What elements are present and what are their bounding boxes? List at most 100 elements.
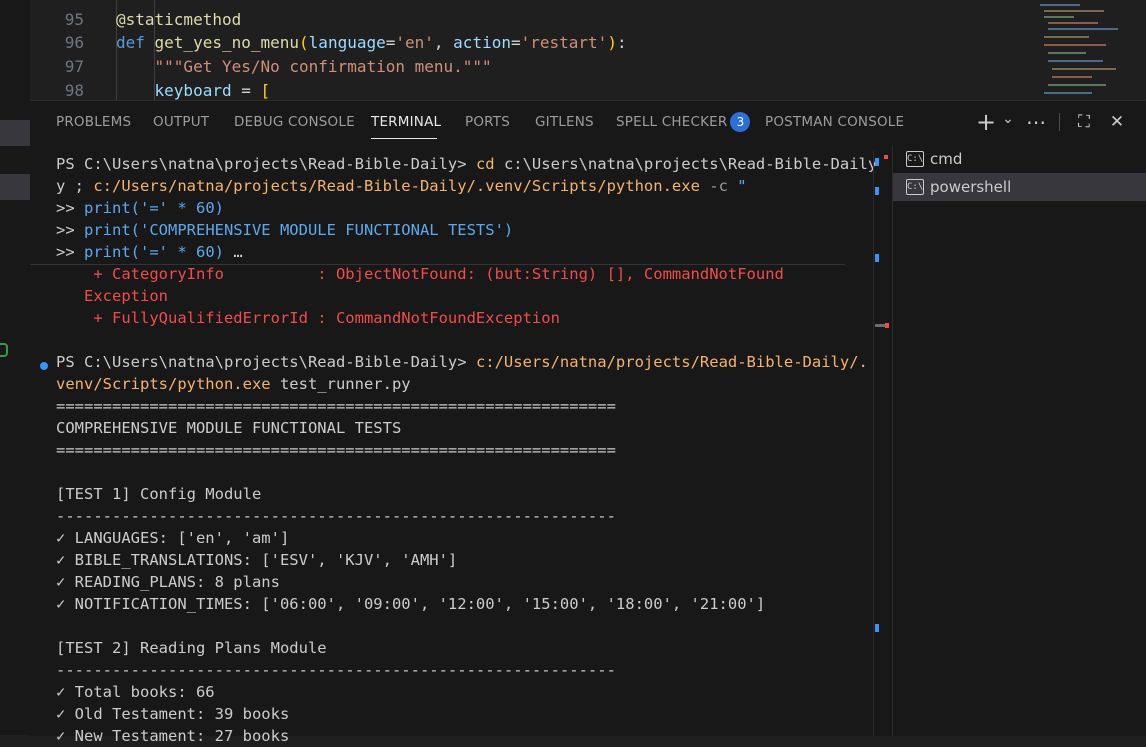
code-token: [ bbox=[260, 81, 271, 100]
activity-item[interactable] bbox=[0, 120, 30, 146]
terminal-line: >> print('=' * 60) … bbox=[56, 241, 846, 263]
terminal-text: + FullyQualifiedErrorId : CommandNotFoun… bbox=[56, 309, 560, 327]
code-text: def get_yes_no_menu(language='en', actio… bbox=[116, 31, 627, 55]
bottom-panel: PROBLEMS OUTPUT DEBUG CONSOLE TERMINAL P… bbox=[30, 100, 1146, 745]
terminal-line: ✓ NOTIFICATION_TIMES: ['06:00', '09:00',… bbox=[56, 593, 846, 615]
tab-output[interactable]: OUTPUT bbox=[153, 114, 209, 130]
code-token: = bbox=[241, 81, 261, 100]
terminal-line: ✓ BIBLE_TRANSLATIONS: ['ESV', 'KJV', 'AM… bbox=[56, 549, 846, 571]
code-text: keyboard = [ bbox=[116, 79, 271, 100]
activity-bar bbox=[0, 0, 30, 735]
terminal-line: [TEST 2] Reading Plans Module bbox=[56, 637, 846, 659]
terminal-text: [TEST 1] Config Module bbox=[56, 485, 262, 503]
terminal-text: cd bbox=[475, 155, 504, 173]
terminal-text: c:/Users/natna/projects/Read-Bible-Daily… bbox=[93, 177, 710, 195]
terminal-line: ✓ Total books: 66 bbox=[56, 681, 846, 703]
terminal-text: -c bbox=[709, 177, 738, 195]
terminal-line: ----------------------------------------… bbox=[56, 505, 846, 527]
scroll-marker bbox=[875, 187, 879, 195]
terminal-line bbox=[56, 615, 846, 637]
code-token: ( bbox=[299, 33, 309, 52]
terminal-scrollbar[interactable] bbox=[873, 151, 874, 736]
terminal-item-label: cmd bbox=[930, 150, 963, 168]
code-editor[interactable]: 95 @staticmethod 96 def get_yes_no_menu(la… bbox=[30, 0, 1146, 100]
code-token: keyboard bbox=[116, 81, 242, 100]
terminal-icon: C:\ bbox=[906, 151, 924, 167]
terminal-item-cmd[interactable]: C:\ cmd ⚠ bbox=[893, 145, 1146, 173]
terminal-text: " bbox=[737, 177, 747, 195]
code-text: """Get Yes/No confirmation menu.""" bbox=[116, 55, 492, 79]
line-number: 98 bbox=[64, 81, 84, 100]
terminal-line: ----------------------------------------… bbox=[56, 659, 846, 681]
new-terminal-icon[interactable]: + bbox=[974, 110, 998, 134]
panel-tabs: PROBLEMS OUTPUT DEBUG CONSOLE TERMINAL P… bbox=[30, 101, 1146, 145]
code-text: @staticmethod bbox=[116, 8, 241, 32]
terminal-output[interactable]: PS C:\Users\natna\projects\Read-Bible-Da… bbox=[56, 153, 877, 747]
terminal-text: ✓ LANGUAGES: ['en', 'am'] bbox=[56, 529, 290, 547]
more-actions-icon[interactable]: ⋯ bbox=[1024, 110, 1048, 134]
tab-problems[interactable]: PROBLEMS bbox=[56, 114, 131, 130]
terminal-text: ✓ BIBLE_TRANSLATIONS: ['ESV', 'KJV', 'AM… bbox=[56, 551, 458, 569]
minimap[interactable] bbox=[1036, 0, 1136, 100]
terminal-line: y ; c:/Users/natna/projects/Read-Bible-D… bbox=[56, 175, 846, 197]
terminal-line bbox=[56, 461, 846, 483]
line-number: 96 bbox=[64, 33, 84, 52]
terminal-text: print('COMPREHENSIVE MODULE FUNCTIONAL T… bbox=[84, 221, 514, 239]
terminal-item-label: powershell bbox=[930, 178, 1012, 196]
terminal-text: Exception bbox=[56, 287, 168, 305]
tab-ports[interactable]: PORTS bbox=[465, 114, 510, 130]
terminal-line: ✓ LANGUAGES: ['en', 'am'] bbox=[56, 527, 846, 549]
line-number: 97 bbox=[64, 57, 84, 76]
scroll-marker bbox=[875, 624, 879, 632]
terminal-line: ========================================… bbox=[56, 395, 846, 417]
terminal-text: c:\Users\natna\projects\Read-Bible-Daily bbox=[503, 155, 878, 173]
code-token: ) bbox=[607, 33, 617, 52]
terminal-text: ✓ Total books: 66 bbox=[56, 683, 215, 701]
maximize-panel-icon[interactable]: ⛶ bbox=[1072, 110, 1096, 134]
terminal-icon: C:\ bbox=[906, 179, 924, 195]
close-panel-icon[interactable]: ✕ bbox=[1105, 110, 1129, 134]
terminal-line: ✓ READING_PLANS: 8 plans bbox=[56, 571, 846, 593]
code-token: language bbox=[308, 33, 386, 52]
scroll-marker bbox=[875, 158, 879, 166]
terminal-line: >> print('COMPREHENSIVE MODULE FUNCTIONA… bbox=[56, 219, 846, 241]
code-token: def bbox=[116, 33, 155, 52]
terminal-line: + CategoryInfo : ObjectNotFound: (but:St… bbox=[56, 263, 846, 285]
activity-item[interactable] bbox=[0, 174, 30, 200]
terminal-line: PS C:\Users\natna\projects\Read-Bible-Da… bbox=[56, 351, 868, 373]
tab-debug-console[interactable]: DEBUG CONSOLE bbox=[234, 114, 355, 130]
code-token: """Get Yes/No confirmation menu.""" bbox=[116, 57, 492, 76]
code-token: , bbox=[433, 33, 454, 52]
terminal-text: >> bbox=[56, 243, 84, 261]
line-number: 95 bbox=[64, 10, 84, 29]
terminal-text: >> bbox=[56, 221, 84, 239]
terminal-text: PS C:\Users\natna\projects\Read-Bible-Da… bbox=[56, 353, 476, 371]
terminal-item-powershell[interactable]: C:\ powershell bbox=[893, 173, 1146, 201]
terminal-line: ✓ New Testament: 27 books bbox=[56, 725, 846, 747]
terminal-text: ========================================… bbox=[56, 441, 616, 459]
terminal-text: + CategoryInfo : ObjectNotFound: (but:St… bbox=[56, 265, 784, 283]
sticky-scroll-divider bbox=[30, 264, 845, 265]
terminal-text: PS C:\Users\natna\projects\Read-Bible-Da… bbox=[56, 155, 476, 173]
tab-spell-checker[interactable]: SPELL CHECKER 3 bbox=[616, 112, 751, 132]
code-token: 'restart' bbox=[520, 33, 608, 52]
spell-checker-count-badge: 3 bbox=[730, 112, 751, 132]
terminal-line: ✓ Old Testament: 39 books bbox=[56, 703, 846, 725]
status-dot-icon bbox=[0, 343, 8, 357]
terminal-text: y ; bbox=[56, 177, 94, 195]
terminal-text: … bbox=[223, 243, 243, 261]
command-decoration-icon[interactable] bbox=[40, 362, 48, 370]
chevron-down-icon[interactable]: ⌄ bbox=[996, 107, 1020, 131]
terminal-line: + FullyQualifiedErrorId : CommandNotFoun… bbox=[56, 307, 846, 329]
code-token: action bbox=[453, 33, 511, 52]
terminal-line: venv/Scripts/python.exe test_runner.py bbox=[56, 373, 846, 395]
tab-gitlens[interactable]: GITLENS bbox=[535, 114, 594, 130]
terminal-text: ========================================… bbox=[56, 397, 616, 415]
tab-terminal[interactable]: TERMINAL bbox=[371, 114, 441, 130]
tab-spell-checker-label: SPELL CHECKER bbox=[616, 114, 728, 130]
terminal-text: ✓ READING_PLANS: 8 plans bbox=[56, 573, 280, 591]
tab-postman-console[interactable]: POSTMAN CONSOLE bbox=[765, 114, 904, 130]
terminal-text: [TEST 2] Reading Plans Module bbox=[56, 639, 327, 657]
